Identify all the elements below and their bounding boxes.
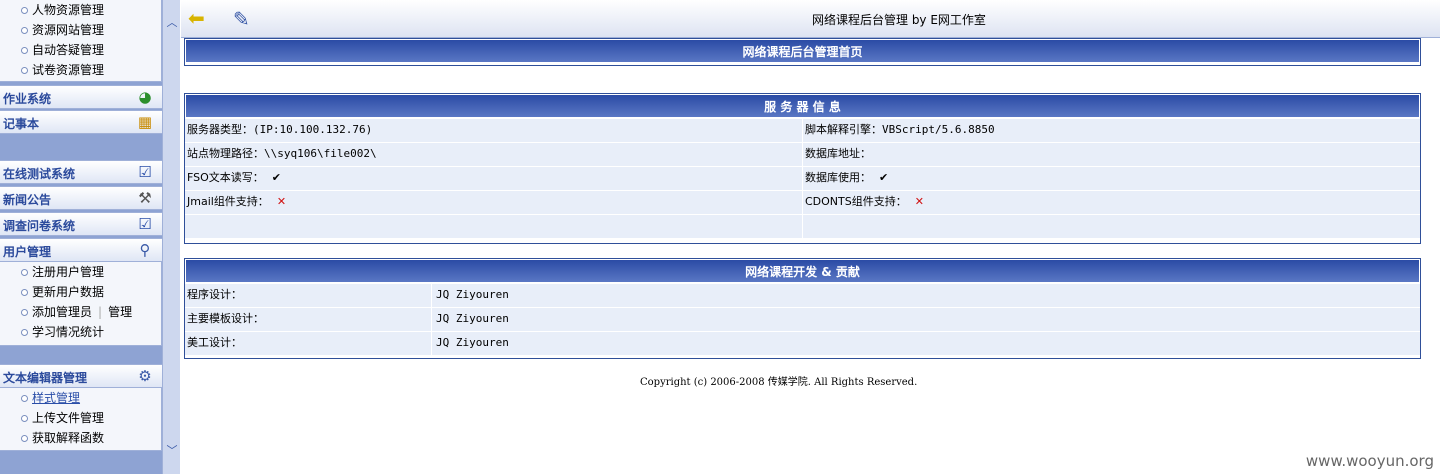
user-menu: 注册用户管理 更新用户数据 添加管理员 | 管理 学习情况统计 bbox=[0, 262, 162, 346]
calendar-icon: ▦ bbox=[137, 113, 153, 131]
site-path-label: 站点物理路径： bbox=[187, 147, 264, 160]
sidebar: 人物资源管理 资源网站管理 自动答疑管理 试卷资源管理 作业系统 ◕ 记事本 ▦… bbox=[0, 0, 162, 474]
menu-item-update-user-data[interactable]: 更新用户数据 bbox=[0, 282, 161, 302]
menu-item-style-management[interactable]: 样式管理 bbox=[0, 388, 161, 408]
menu-item-exam-resources[interactable]: 试卷资源管理 bbox=[0, 60, 161, 80]
menu-head-label: 用户管理 bbox=[3, 245, 52, 259]
menu-item-resource-sites[interactable]: 资源网站管理 bbox=[0, 20, 161, 40]
script-engine-label: 脚本解释引擎： bbox=[805, 123, 882, 136]
db-address-label: 数据库地址： bbox=[805, 147, 871, 160]
admin-separator: | bbox=[98, 305, 103, 319]
home-title: 网络课程后台管理首页 bbox=[185, 39, 1420, 63]
menu-head-user-management[interactable]: 用户管理 ⚲ bbox=[0, 238, 162, 262]
check-icon: ✔ bbox=[271, 171, 281, 184]
cdonts-label: CDONTS组件支持： bbox=[805, 195, 907, 208]
jmail-label: Jmail组件支持： bbox=[187, 195, 269, 208]
menu-head-news[interactable]: 新闻公告 ⚒ bbox=[0, 186, 162, 210]
menu-item-get-functions[interactable]: 获取解释函数 bbox=[0, 428, 161, 448]
server-info-table: 服 务 器 信 息 服务器类型：(IP:10.100.132.76) 脚本解释引… bbox=[184, 93, 1421, 244]
fso-label: FSO文本读写： bbox=[187, 171, 264, 184]
edit-pen-icon[interactable]: ✎ bbox=[233, 7, 267, 31]
user-search-icon: ⚲ bbox=[139, 241, 151, 259]
top-bar: ⬅ ✎ 网络课程后台管理 by E网工作室 bbox=[181, 0, 1440, 38]
script-engine-value: VBScript/5.6.8850 bbox=[882, 123, 995, 136]
menu-item-people-resources[interactable]: 人物资源管理 bbox=[0, 0, 161, 20]
menu-head-homework[interactable]: 作业系统 ◕ bbox=[0, 85, 162, 109]
credit-label: 主要模板设计： bbox=[187, 312, 264, 325]
menu-head-online-test[interactable]: 在线测试系统 ☑ bbox=[0, 160, 162, 184]
menu-head-label: 在线测试系统 bbox=[3, 167, 76, 181]
menu-head-label: 作业系统 bbox=[3, 92, 52, 106]
sidebar-scrollbar[interactable]: ︿ ﹀ bbox=[162, 0, 180, 474]
credits-title: 网络课程开发 & 贡献 bbox=[185, 259, 1420, 283]
watermark: www.wooyun.org bbox=[1305, 452, 1434, 470]
credit-label: 美工设计： bbox=[187, 336, 242, 349]
tools-icon: ⚒ bbox=[138, 189, 152, 207]
credit-label: 程序设计： bbox=[187, 288, 242, 301]
table-row: 服务器类型：(IP:10.100.132.76) 脚本解释引擎：VBScript… bbox=[185, 118, 1420, 142]
table-row: 美工设计： JQ Ziyouren bbox=[185, 331, 1420, 355]
menu-head-label: 调查问卷系统 bbox=[3, 219, 76, 233]
menu-item-learning-stats[interactable]: 学习情况统计 bbox=[0, 322, 161, 342]
scroll-down-icon[interactable]: ﹀ bbox=[163, 442, 181, 460]
back-arrow-icon[interactable]: ⬅ bbox=[188, 8, 214, 28]
menu-item-registered-users[interactable]: 注册用户管理 bbox=[0, 262, 161, 282]
server-type-value: (IP:10.100.132.76) bbox=[253, 123, 373, 136]
cross-icon: ✕ bbox=[914, 195, 924, 208]
page-title: 网络课程后台管理 by E网工作室 bbox=[812, 13, 986, 27]
resource-menu: 人物资源管理 资源网站管理 自动答疑管理 试卷资源管理 bbox=[0, 0, 162, 82]
menu-item-auto-answer[interactable]: 自动答疑管理 bbox=[0, 40, 161, 60]
credits-table: 网络课程开发 & 贡献 程序设计： JQ Ziyouren 主要模板设计： JQ… bbox=[184, 258, 1421, 359]
home-title-box: 网络课程后台管理首页 bbox=[184, 38, 1421, 66]
table-row: 站点物理路径：\\syq106\file002\ 数据库地址： bbox=[185, 142, 1420, 166]
table-row-empty bbox=[185, 214, 1420, 238]
menu-head-label: 新闻公告 bbox=[3, 193, 52, 207]
clock-icon: ◕ bbox=[138, 88, 152, 106]
credit-value: JQ Ziyouren bbox=[436, 336, 509, 349]
copyright-text: Copyright (c) 2006-2008 传媒学院. All Rights… bbox=[640, 377, 918, 388]
menu-head-label: 文本编辑器管理 bbox=[3, 371, 88, 385]
checklist-icon: ☑ bbox=[138, 163, 152, 181]
server-info-title: 服 务 器 信 息 bbox=[185, 94, 1420, 118]
credit-value: JQ Ziyouren bbox=[436, 288, 509, 301]
table-row: 主要模板设计： JQ Ziyouren bbox=[185, 307, 1420, 331]
site-path-value: \\syq106\file002\ bbox=[264, 147, 377, 160]
check-icon: ✔ bbox=[879, 171, 889, 184]
db-usage-label: 数据库使用： bbox=[805, 171, 871, 184]
scroll-up-icon[interactable]: ︿ bbox=[163, 14, 181, 32]
menu-item-upload-files[interactable]: 上传文件管理 bbox=[0, 408, 161, 428]
cross-icon: ✕ bbox=[276, 195, 287, 208]
checklist-icon: ☑ bbox=[138, 215, 152, 233]
gear-icon: ⚙ bbox=[138, 367, 152, 385]
menu-head-notepad[interactable]: 记事本 ▦ bbox=[0, 110, 162, 134]
editor-menu: 样式管理 上传文件管理 获取解释函数 bbox=[0, 388, 162, 451]
table-row: Jmail组件支持： ✕ CDONTS组件支持： ✕ bbox=[185, 190, 1420, 214]
menu-item-add-admin[interactable]: 添加管理员 | 管理 bbox=[0, 302, 161, 322]
menu-item-manage-admin[interactable]: 管理 bbox=[108, 305, 132, 319]
table-row: FSO文本读写： ✔ 数据库使用： ✔ bbox=[185, 166, 1420, 190]
server-type-label: 服务器类型： bbox=[187, 123, 253, 136]
menu-head-survey[interactable]: 调查问卷系统 ☑ bbox=[0, 212, 162, 236]
credit-value: JQ Ziyouren bbox=[436, 312, 509, 325]
table-row: 程序设计： JQ Ziyouren bbox=[185, 283, 1420, 307]
menu-head-editor-management[interactable]: 文本编辑器管理 ⚙ bbox=[0, 364, 162, 388]
menu-head-label: 记事本 bbox=[3, 117, 40, 131]
